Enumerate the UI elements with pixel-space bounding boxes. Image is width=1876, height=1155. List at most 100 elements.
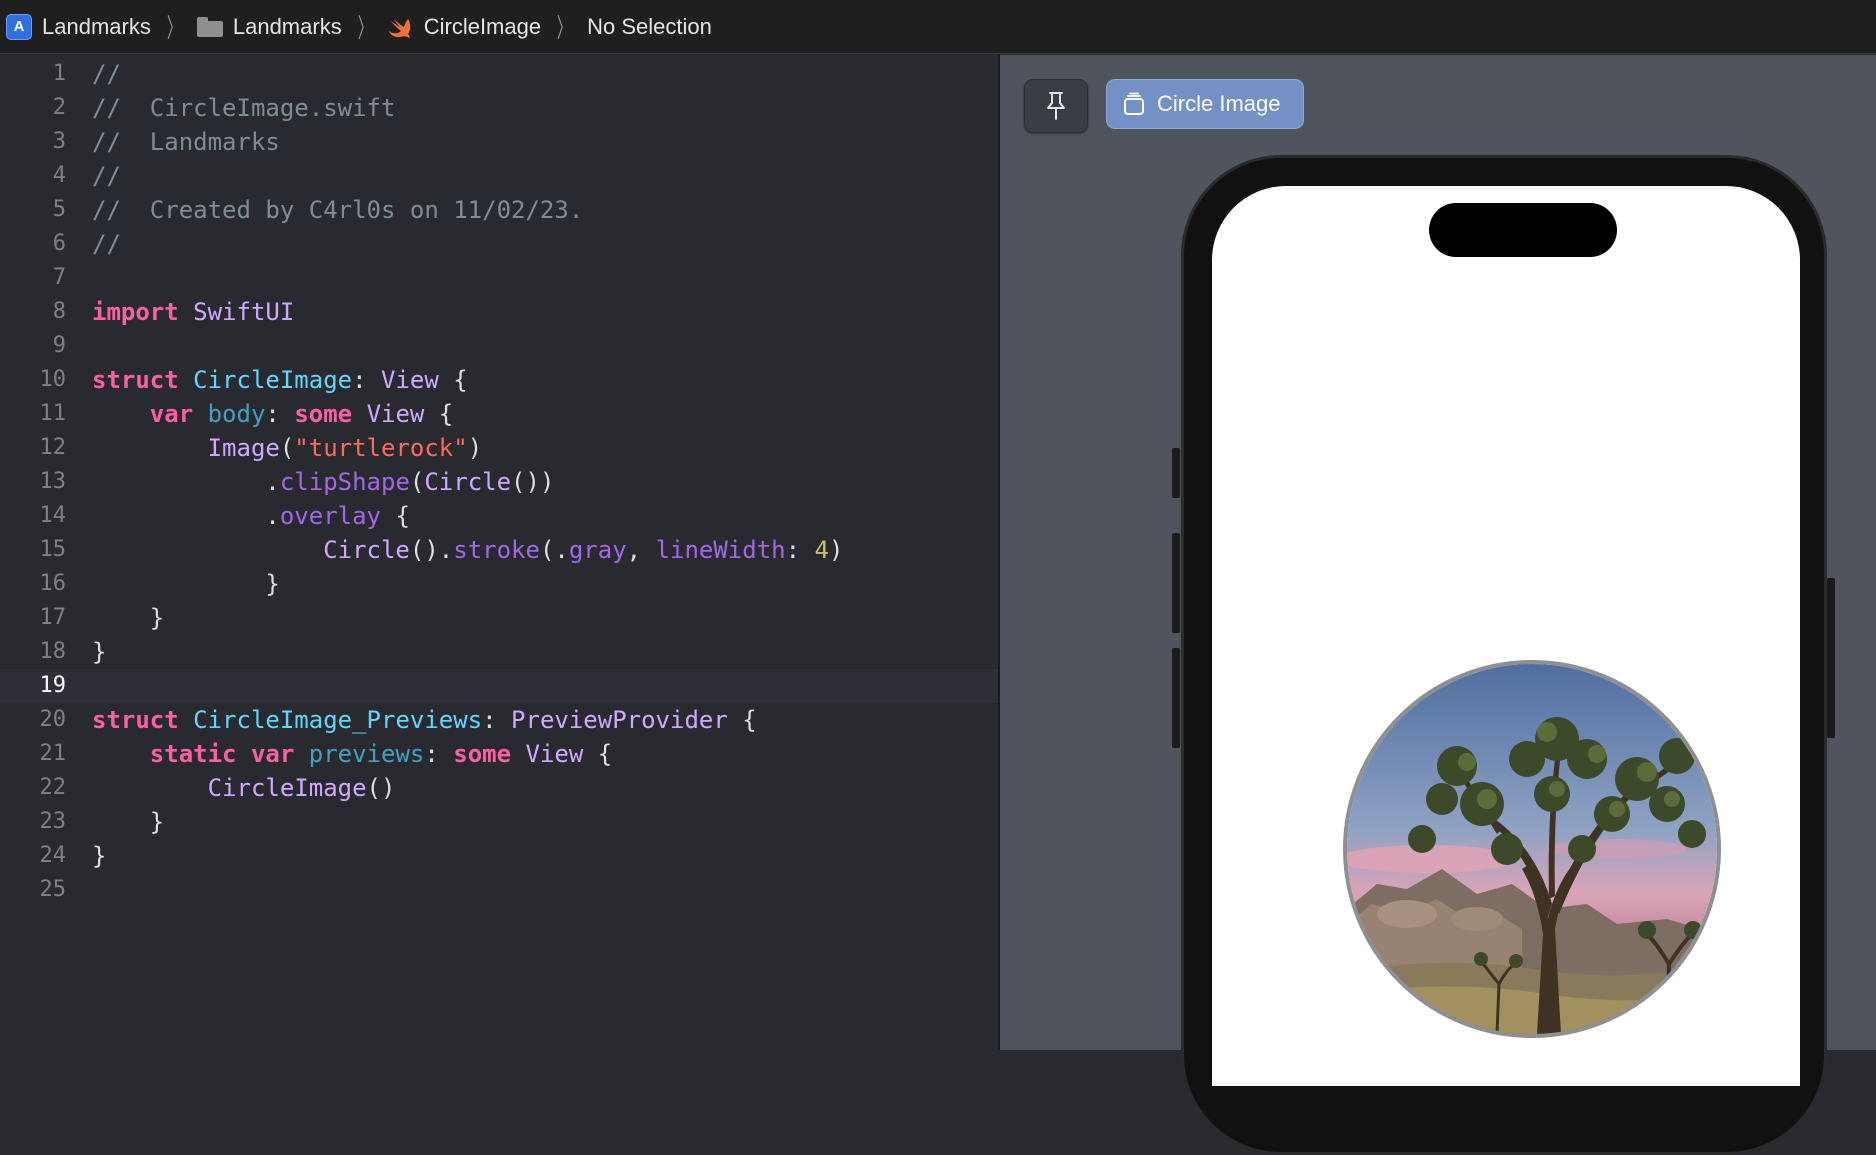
preview-tab-label: Circle Image (1157, 91, 1281, 116)
code-text: // Created by C4rl0s on 11/02/23. (92, 196, 584, 224)
breadcrumb-selection-label: No Selection (587, 13, 712, 39)
line-number: 1 (52, 61, 66, 86)
code-line[interactable]: 8 import SwiftUI (0, 295, 998, 329)
swift-file-icon (388, 18, 410, 38)
line-number: 14 (39, 503, 67, 528)
device-side-button (1827, 578, 1835, 738)
breadcrumb-project[interactable]: A Landmarks (6, 13, 151, 40)
code-line[interactable]: 3 // Landmarks (0, 125, 998, 159)
code-line[interactable]: 15 Circle().stroke(.gray, lineWidth: 4) (0, 533, 998, 567)
line-number: 7 (52, 265, 66, 290)
breadcrumb-separator-icon: 〉 (357, 13, 372, 43)
line-number: 9 (52, 333, 66, 358)
code-text: struct CircleImage: View { (92, 366, 468, 394)
breadcrumb-project-label: Landmarks (42, 13, 151, 39)
dynamic-island (1429, 203, 1617, 257)
breadcrumb-selection[interactable]: No Selection (587, 14, 712, 40)
code-text: .overlay { (92, 502, 410, 530)
line-number: 17 (39, 605, 67, 630)
code-line[interactable]: 7 (0, 261, 998, 295)
code-text: .clipShape(Circle()) (92, 468, 555, 496)
preview-tab-circle-image[interactable]: Circle Image (1106, 79, 1304, 129)
breadcrumb-group[interactable]: Landmarks (196, 13, 342, 40)
line-number: 21 (39, 741, 67, 766)
line-number: 8 (52, 299, 66, 324)
line-number: 13 (39, 469, 67, 494)
code-text: struct CircleImage_Previews: PreviewProv… (92, 706, 757, 734)
line-number: 4 (52, 163, 66, 188)
code-text: static var previews: some View { (149, 740, 613, 768)
code-text: } (92, 570, 280, 598)
device-side-button (1172, 648, 1180, 748)
code-text: Circle().stroke(.gray, lineWidth: 4) (323, 536, 844, 564)
code-line[interactable]: 6 // (0, 227, 998, 261)
breadcrumb: A Landmarks 〉 Landmarks 〉 CircleImage 〉 … (0, 0, 1876, 54)
code-line[interactable]: 1 // (0, 57, 998, 91)
pin-icon (1047, 92, 1065, 120)
line-number: 3 (52, 129, 66, 154)
current-code-line[interactable]: 19 (0, 669, 998, 703)
folder-icon (196, 16, 223, 37)
preview-canvas: Circle Image (1000, 55, 1876, 1155)
code-line[interactable]: 4 // (0, 159, 998, 193)
line-number: 5 (52, 197, 66, 222)
code-line[interactable]: 25 (0, 873, 998, 907)
code-line[interactable]: 17 } (0, 601, 998, 635)
code-text: // Landmarks (92, 128, 280, 156)
xcode-project-icon: A (6, 13, 32, 40)
line-number: 22 (39, 775, 67, 800)
code-line[interactable]: 5 // Created by C4rl0s on 11/02/23. (0, 193, 998, 227)
line-number: 19 (39, 673, 67, 698)
code-text: // (92, 230, 121, 258)
code-text: // (92, 162, 121, 190)
code-line[interactable]: 2 // CircleImage.swift (0, 91, 998, 125)
breadcrumb-file[interactable]: CircleImage (388, 14, 541, 40)
line-number: 18 (39, 639, 67, 664)
line-number: 11 (39, 401, 67, 426)
code-text: Image("turtlerock") (207, 434, 483, 462)
line-number: 6 (52, 231, 66, 256)
code-text: } (92, 808, 165, 836)
code-text: // (92, 60, 121, 88)
code-text: } (92, 604, 165, 632)
code-line[interactable]: 9 (0, 329, 998, 363)
code-line[interactable]: 11 var body: some View { (0, 397, 998, 431)
code-line[interactable]: 22 CircleImage() (0, 771, 998, 805)
code-line[interactable]: 16 } (0, 567, 998, 601)
code-line[interactable]: 10 struct CircleImage: View { (0, 363, 998, 397)
preview-stack-icon (1124, 92, 1144, 115)
line-number: 25 (39, 877, 67, 902)
breadcrumb-separator-icon: 〉 (166, 13, 182, 43)
breadcrumb-separator-icon: 〉 (556, 13, 572, 43)
code-line[interactable]: 13 .clipShape(Circle()) (0, 465, 998, 499)
code-line[interactable]: 24 } (0, 839, 998, 873)
line-number: 23 (39, 809, 67, 834)
code-text: // CircleImage.swift (92, 94, 396, 122)
circle-image[interactable] (1343, 660, 1721, 1038)
breadcrumb-file-label: CircleImage (423, 13, 542, 39)
pin-preview-button[interactable] (1024, 79, 1088, 133)
code-line[interactable]: 20 struct CircleImage_Previews: PreviewP… (0, 703, 998, 737)
source-editor[interactable]: 1 // 2 // CircleImage.swift 3 // Landmar… (0, 55, 1000, 1050)
line-number: 20 (39, 707, 67, 732)
code-text: } (92, 638, 107, 666)
code-text: var body: some View { (149, 400, 454, 428)
device-side-button (1172, 448, 1180, 498)
line-number: 2 (52, 95, 66, 120)
device-side-button (1172, 533, 1180, 633)
code-text: import SwiftUI (92, 298, 295, 326)
code-line[interactable]: 23 } (0, 805, 998, 839)
turtlerock-photo (1347, 664, 1717, 1034)
code-line[interactable]: 18 } (0, 635, 998, 669)
line-number: 24 (39, 843, 67, 868)
code-line[interactable]: 12 Image("turtlerock") (0, 431, 998, 465)
line-number: 10 (39, 367, 67, 392)
line-number: 16 (39, 571, 67, 596)
code-line[interactable]: 14 .overlay { (0, 499, 998, 533)
code-text: CircleImage() (207, 774, 396, 802)
code-line[interactable]: 21 static var previews: some View { (0, 737, 998, 771)
code-text: } (92, 842, 107, 870)
breadcrumb-group-label: Landmarks (232, 13, 342, 39)
line-number: 12 (39, 435, 67, 460)
device-preview (1172, 155, 1835, 1155)
